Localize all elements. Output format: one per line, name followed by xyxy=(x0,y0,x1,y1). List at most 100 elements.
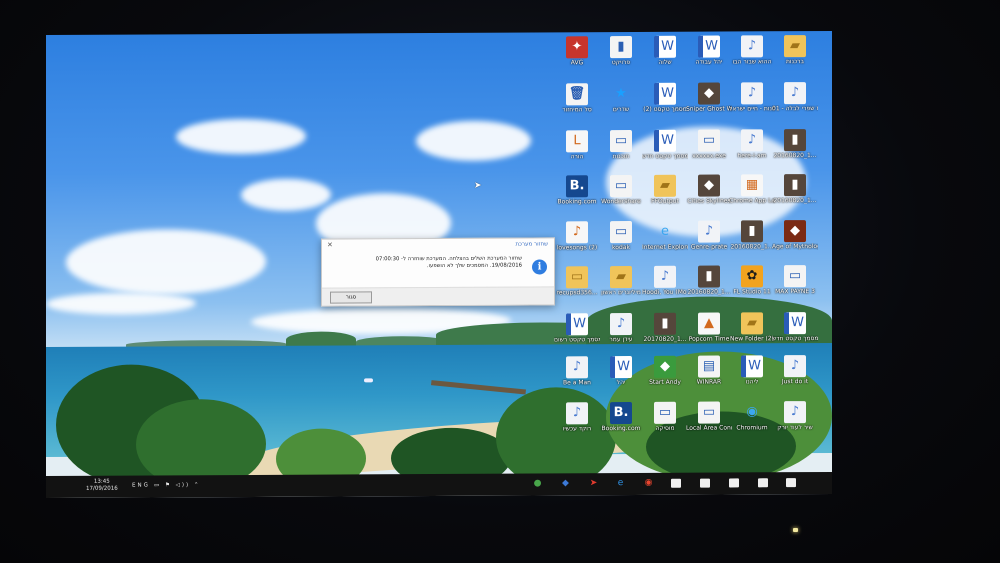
desktop-icon[interactable]: ▭ xxxxxx.exe xyxy=(686,127,732,173)
doc-icon: ▭ xyxy=(698,401,720,424)
firefox-icon[interactable]: ● xyxy=(531,477,544,490)
taskbar-app-icon[interactable] xyxy=(729,478,739,488)
desktop-icon[interactable]: ▤ WINRAR xyxy=(686,353,732,399)
white-icon: L xyxy=(566,130,588,153)
desktop-icon[interactable]: ▮ 20170820_1... xyxy=(642,311,688,357)
desktop-icon[interactable]: W מסמך טקסט חדש xyxy=(642,128,688,174)
desktop-icon[interactable]: ◆Sniper Ghost Warrior 2 xyxy=(686,80,732,126)
desktop-icon[interactable]: ▭ מוסיקה xyxy=(642,400,688,446)
desktop-icon[interactable]: W מסמך טקסט רשום xyxy=(554,311,600,357)
desktop-icon[interactable]: ▰ FFOutput xyxy=(642,173,688,219)
desktop-icon[interactable]: ♪Hoodi, You (Mo me...) xyxy=(642,264,688,310)
monitor-frame: ✦ AVG ▮ פרויקט W שלוה W יהל עבודה ♪ ההוא שבור הבו… xyxy=(0,0,1000,563)
desktop-icon-label: here-i-am xyxy=(737,152,767,160)
desktop-icon[interactable]: ◆ Start Andy xyxy=(642,354,688,400)
desktop-icon[interactable]: B. Booking.com xyxy=(554,173,600,219)
desktop-icon[interactable]: ♪ רוקד עכשיו xyxy=(554,400,600,446)
folder-icon: ▰ xyxy=(654,174,676,197)
desktop-icon[interactable]: L הורה xyxy=(554,128,600,174)
desktop-icon[interactable]: e Internet Explorer xyxy=(642,219,688,265)
system-tray-icons[interactable]: ▭ ⚑ ◁)) ⌃ xyxy=(154,482,201,488)
desktop-icon[interactable]: ◉ Chromium xyxy=(729,399,775,445)
desktop-icon[interactable]: ✦ AVG xyxy=(554,34,600,80)
desktop-icon[interactable]: ◆ Age of Mythology xyxy=(772,218,818,264)
desktop-icon[interactable]: ♪ ביחנות - חיים ישראל xyxy=(729,80,775,126)
desktop-icon[interactable]: ♪ ההוא שבור הבו xyxy=(729,33,775,79)
desktop-icon[interactable]: ▰ מיליונרים ראשון xyxy=(598,264,644,310)
word-icon: W xyxy=(784,312,806,335)
desktop-icon-label: recupsd356... xyxy=(556,289,598,297)
desktop-icon[interactable]: W יהל xyxy=(598,354,644,400)
desktop-icon[interactable]: ♪ עידן עמר xyxy=(598,311,644,357)
desktop-icon-label: שלוה xyxy=(658,58,672,66)
desktop-icon-label: מסמך טקסט חדש xyxy=(642,152,688,160)
taskbar-app-icon[interactable] xyxy=(786,478,796,488)
desktop-icon[interactable]: ♪01 - עוז זוז שפרי לבלה xyxy=(772,80,818,126)
desktop-icon[interactable]: ▭ MAX PAYNE 3 xyxy=(772,263,818,309)
desktop-icon[interactable]: ▮ פרויקט xyxy=(598,34,644,80)
desktop-icon[interactable]: ♪ Genre-prate xyxy=(686,218,732,264)
desktop-icon[interactable]: 🗑 סל המיחזור xyxy=(554,81,600,127)
close-icon[interactable]: × xyxy=(327,241,333,249)
desktop-icon[interactable]: ▭ kodak xyxy=(598,219,644,265)
desktop-icon-label: 20160820_1... xyxy=(773,152,817,160)
wallpaper-cloud xyxy=(46,292,196,316)
info-icon: i xyxy=(532,259,547,275)
desktop-icon[interactable]: ▮ 20160820_1... xyxy=(729,218,775,264)
desktop-icon[interactable]: ★ שדרים xyxy=(598,81,644,127)
desktop-icon[interactable]: ♪ here-i-am xyxy=(729,127,775,173)
taskbar-app-icon[interactable] xyxy=(700,478,710,488)
chrome-icon[interactable]: ◉ xyxy=(642,477,655,490)
desktop-icon[interactable]: B. Booking.com xyxy=(598,400,644,446)
desktop-icon-label: 20160820_1... xyxy=(730,243,774,251)
dialog-footer: סגור xyxy=(322,286,554,306)
doc-icon: ▭ xyxy=(654,401,676,424)
desktop-icon-label: שיר לעוד יורק xyxy=(777,424,813,432)
desktop-icon-label: Local Area Connection xyxy=(686,424,732,432)
desktop-icon[interactable]: ◆ Cities Skylines xyxy=(686,172,732,218)
desktop-icon[interactable]: W יהל עבודה xyxy=(686,33,732,79)
fl-icon: ✿ xyxy=(741,265,763,288)
booking-icon: B. xyxy=(610,401,632,425)
doc-icon: ▭ xyxy=(698,129,720,152)
desktop-icon[interactable]: W מסמך טקסט חדש xyxy=(772,310,818,356)
app-icon: ◆ xyxy=(784,220,806,243)
desktop-icon[interactable]: ♪ lovesongs (2) xyxy=(554,219,600,265)
language-indicator[interactable]: ENG xyxy=(132,483,150,489)
desktop-icon[interactable]: ♪ Just do it xyxy=(772,353,818,399)
close-button[interactable]: סגור xyxy=(330,291,372,304)
desktop-icon[interactable]: ▭ recupsd356... xyxy=(554,264,600,310)
desktop-icon-label: Genre-prate xyxy=(690,243,728,251)
app-blue-icon[interactable]: ◆ xyxy=(559,477,572,490)
desktop-icon[interactable]: ▭ תוכנות xyxy=(598,128,644,174)
desktop-icon[interactable]: W ליהנו xyxy=(729,353,775,399)
desktop-icon[interactable]: ▰ New Folder (2) xyxy=(729,310,775,356)
desktop-icon[interactable]: ▰ ברכנות xyxy=(772,33,818,79)
taskbar-app-icon[interactable] xyxy=(671,478,681,488)
desktop-icon[interactable]: ♪ שיר לעוד יורק xyxy=(772,399,818,445)
taskbar-app-icon[interactable] xyxy=(758,478,768,488)
desktop-screen[interactable]: ✦ AVG ▮ פרויקט W שלוה W יהל עבודה ♪ ההוא שבור הבו… xyxy=(46,30,832,499)
app-red-icon[interactable]: ➤ xyxy=(587,477,600,490)
wallpaper-boat xyxy=(364,378,373,383)
desktop-icon[interactable]: ▦ Chrome App Launcher xyxy=(729,172,775,218)
desktop-icon-label: מוסיקה xyxy=(655,424,675,432)
desktop-icon[interactable]: W שלוה xyxy=(642,34,688,80)
desktop-icon[interactable]: ♪ Be a Man xyxy=(554,354,600,400)
music-icon: ♪ xyxy=(698,220,720,243)
taskbar-clock[interactable]: 13:45 17/09/2016 xyxy=(86,479,118,493)
desktop-icon-label: 01 - עוז זוז שפרי לבלה xyxy=(772,105,818,113)
desktop-icon[interactable]: ✿ FL Studio 11 xyxy=(729,263,775,309)
desktop-icon[interactable]: ▮ 20160820_1... xyxy=(686,263,732,309)
edge-icon[interactable]: e xyxy=(614,477,627,490)
desktop-icon-label: ברכנות xyxy=(785,58,804,66)
word-icon: W xyxy=(654,82,676,105)
desktop-icon[interactable]: ▮ 20160820_1... xyxy=(772,127,818,173)
desktop-icon[interactable]: ▭ Wondershare xyxy=(598,173,644,219)
desktop-icon[interactable]: W מסמך טקסט (2) xyxy=(642,81,688,127)
desktop-icon[interactable]: ▭ Local Area Connection xyxy=(686,399,732,445)
doc-icon: ▭ xyxy=(610,220,632,244)
desktop-icon[interactable]: ▲ Popcorn Time xyxy=(686,310,732,356)
desktop-icon[interactable]: ▮ 20160820_1... xyxy=(772,172,818,218)
folder-icon: ▰ xyxy=(741,312,763,335)
